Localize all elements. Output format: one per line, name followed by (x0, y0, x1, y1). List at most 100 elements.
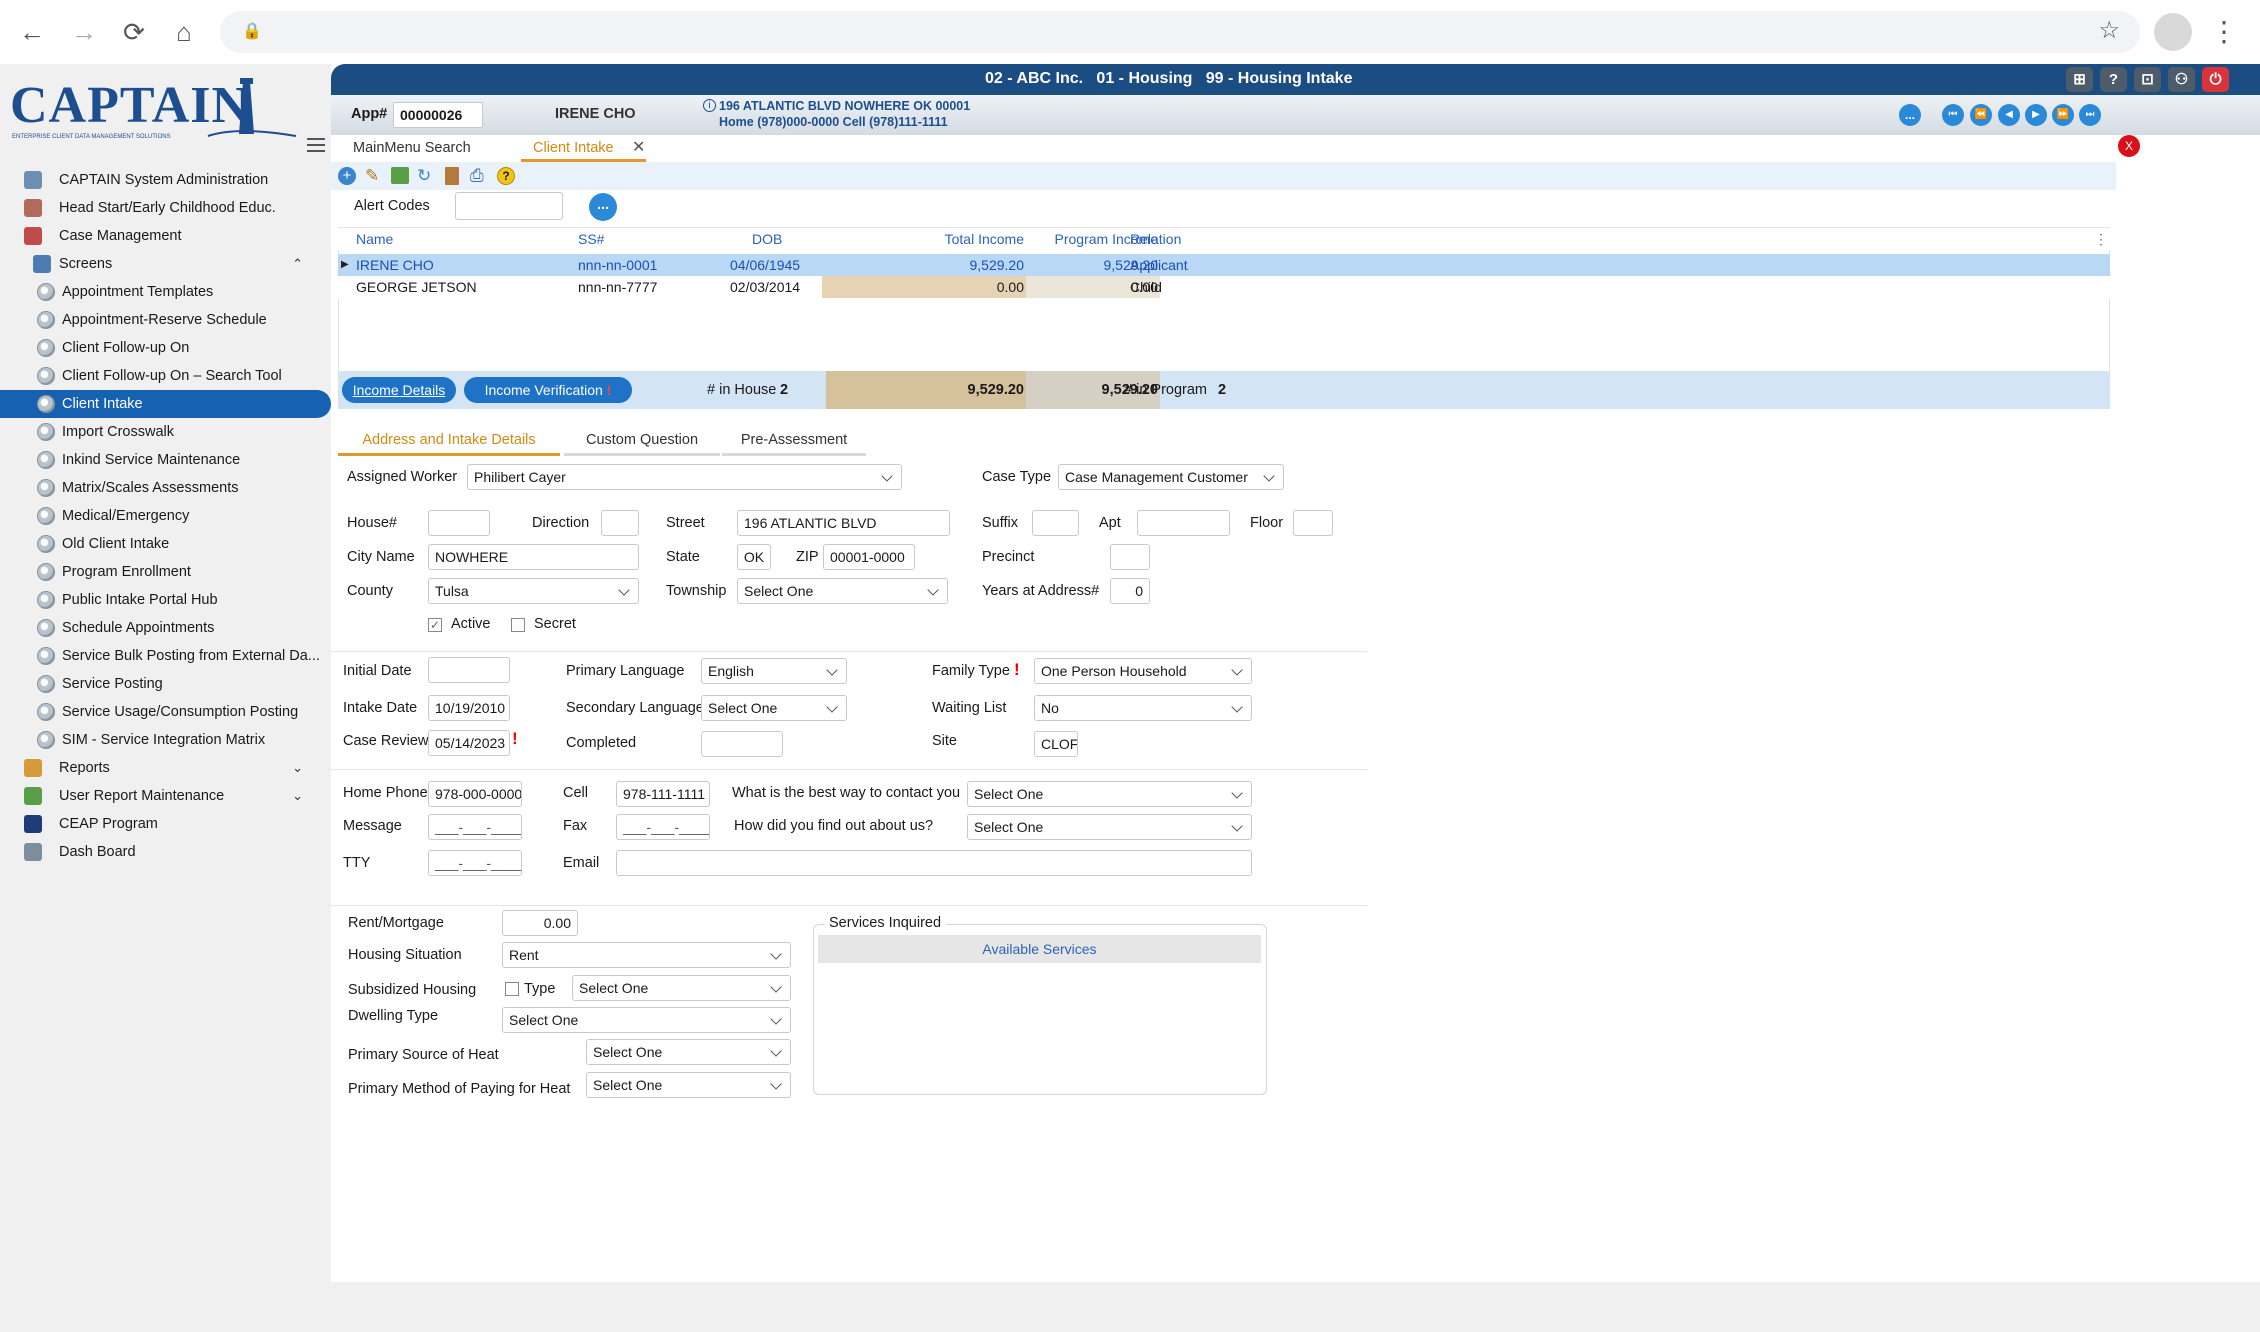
power-icon[interactable]: ⏻ (2202, 67, 2229, 92)
city-input[interactable]: NOWHERE (428, 544, 639, 570)
tty-input[interactable]: ___-___-____ (428, 850, 522, 876)
heat-payment-select[interactable]: Select One (586, 1072, 791, 1098)
county-select[interactable]: Tulsa (428, 578, 639, 604)
available-services-header[interactable]: Available Services (818, 935, 1261, 963)
tab-address-intake[interactable]: Address and Intake Details (338, 426, 560, 456)
edit-icon[interactable]: ✎ (365, 166, 379, 186)
chevron-up-icon[interactable]: ⌃ (292, 250, 303, 278)
dwelling-type-select[interactable]: Select One (502, 1007, 791, 1033)
alert-codes-more-button[interactable]: ... (589, 193, 617, 221)
sidebar-item-case-management[interactable]: Case Management (0, 222, 331, 250)
housing-situation-select[interactable]: Rent (502, 942, 791, 968)
next-record-icon[interactable]: ▶ (2025, 104, 2047, 126)
income-details-button[interactable]: Income Details (342, 377, 456, 403)
col-ssn[interactable]: SS# (578, 228, 604, 250)
precinct-input[interactable] (1110, 544, 1150, 570)
sidebar-item-matrix-scales-assessments[interactable]: Matrix/Scales Assessments (0, 474, 331, 502)
secondary-language-select[interactable]: Select One (701, 695, 847, 721)
sidebar-item-old-client-intake[interactable]: Old Client Intake (0, 530, 331, 558)
sidebar-item-program-enrollment[interactable]: Program Enrollment (0, 558, 331, 586)
completed-input[interactable] (701, 731, 783, 757)
subsidized-type-select[interactable]: Select One (572, 975, 791, 1001)
sidebar-item-ceap-program[interactable]: CEAP Program (0, 810, 331, 838)
sidebar-item-inkind-service-maintenance[interactable]: Inkind Service Maintenance (0, 446, 331, 474)
image-icon[interactable] (391, 167, 409, 184)
chevron-down-icon[interactable]: ⌄ (292, 782, 303, 810)
sidebar-item-captain-system-administration[interactable]: CAPTAIN System Administration (0, 166, 331, 194)
sidebar-item-schedule-appointments[interactable]: Schedule Appointments (0, 614, 331, 642)
help-icon[interactable]: ? (497, 167, 515, 185)
sidebar-item-client-follow-up-on[interactable]: Client Follow-up On (0, 334, 331, 362)
home-icon[interactable]: ⌂ (166, 14, 202, 50)
waiting-list-select[interactable]: No (1034, 695, 1252, 721)
add-icon[interactable]: + (338, 167, 356, 185)
secret-checkbox[interactable] (511, 618, 525, 632)
reload-icon[interactable]: ⟳ (116, 14, 152, 50)
sidebar-item-service-usage-consumption-posting[interactable]: Service Usage/Consumption Posting (0, 698, 331, 726)
subsidized-type-checkbox[interactable] (505, 982, 519, 996)
assigned-worker-select[interactable]: Philibert Cayer (467, 464, 902, 490)
years-at-address-input[interactable]: 0 (1110, 578, 1150, 604)
last-record-icon[interactable]: ⏭ (2079, 104, 2101, 126)
initial-date-input[interactable] (428, 657, 510, 683)
first-record-icon[interactable]: ⏮ (1942, 104, 1964, 126)
print-icon[interactable]: ⎙ (470, 166, 484, 186)
suffix-input[interactable] (1032, 510, 1079, 536)
previous-page-icon[interactable]: ⏪ (1970, 104, 1992, 126)
contact-method-select[interactable]: Select One (967, 781, 1252, 807)
fax-input[interactable]: ___-___-____ (616, 814, 710, 840)
referral-source-select[interactable]: Select One (967, 814, 1252, 840)
chevron-down-icon[interactable]: ⌄ (292, 754, 303, 782)
column-menu-icon[interactable]: ⋮ (2094, 228, 2108, 250)
back-icon[interactable]: ← (14, 14, 50, 50)
col-total-income[interactable]: Total Income (884, 228, 1024, 250)
sidebar-item-service-bulk-posting-from-external-da[interactable]: Service Bulk Posting from External Da... (0, 642, 331, 670)
sidebar-item-head-start-early-childhood-educ[interactable]: Head Start/Early Childhood Educ. (0, 194, 331, 222)
close-tab-icon[interactable]: ✕ (632, 135, 645, 161)
help-icon[interactable]: ? (2100, 67, 2127, 92)
heat-source-select[interactable]: Select One (586, 1039, 791, 1065)
primary-language-select[interactable]: English (701, 658, 847, 684)
sidebar-item-sim-service-integration-matrix[interactable]: SIM - Service Integration Matrix (0, 726, 331, 754)
previous-record-icon[interactable]: ◀ (1998, 104, 2020, 126)
sidebar-item-client-follow-up-on-search-tool[interactable]: Client Follow-up On – Search Tool (0, 362, 331, 390)
active-checkbox[interactable]: ✓ (428, 618, 442, 632)
house-number-input[interactable] (428, 510, 490, 536)
family-type-select[interactable]: One Person Household (1034, 658, 1252, 684)
tab-pre-assessment[interactable]: Pre-Assessment (722, 426, 866, 456)
alert-codes-input[interactable] (455, 192, 563, 220)
tab-mainmenu-search[interactable]: MainMenu Search (353, 135, 471, 162)
case-type-select[interactable]: Case Management Customer (1058, 464, 1284, 490)
table-row[interactable]: GEORGE JETSON nnn-nn-7777 02/03/2014 0.0… (338, 276, 2110, 298)
col-name[interactable]: Name (356, 228, 393, 250)
zip-input[interactable]: 00001-0000 (823, 544, 915, 570)
next-page-icon[interactable]: ⏩ (2052, 104, 2074, 126)
book-icon[interactable] (445, 167, 459, 185)
col-relation[interactable]: Relation (1130, 228, 1181, 250)
tab-client-intake[interactable]: Client Intake (521, 135, 646, 162)
sidebar-item-dash-board[interactable]: Dash Board (0, 838, 331, 866)
address-bar[interactable]: 🔒 ☆ (220, 11, 2140, 53)
cell-input[interactable]: 978-111-1111 (616, 781, 710, 807)
browser-menu-icon[interactable]: ⋮ (2206, 14, 2242, 50)
sidebar-item-reports[interactable]: Reports ⌄ (0, 754, 331, 782)
forward-icon[interactable]: → (66, 14, 102, 50)
sidebar-item-service-posting[interactable]: Service Posting (0, 670, 331, 698)
sidebar-item-user-report-maintenance[interactable]: User Report Maintenance ⌄ (0, 782, 331, 810)
direction-input[interactable] (601, 510, 639, 536)
rent-mortgage-input[interactable]: 0.00 (502, 910, 578, 936)
sidebar-item-client-intake[interactable]: Client Intake (0, 390, 331, 418)
street-input[interactable]: 196 ATLANTIC BLVD (737, 510, 950, 536)
apt-input[interactable] (1137, 510, 1230, 536)
sidebar-item-appointment-reserve-schedule[interactable]: Appointment-Reserve Schedule (0, 306, 331, 334)
home-phone-input[interactable]: 978-000-0000 (428, 781, 522, 807)
profile-avatar[interactable] (2154, 13, 2192, 51)
income-verification-button[interactable]: Income Verification ! (464, 377, 632, 403)
sidebar-item-public-intake-portal-hub[interactable]: Public Intake Portal Hub (0, 586, 331, 614)
table-row[interactable]: ▶ IRENE CHO nnn-nn-0001 04/06/1945 9,529… (338, 254, 2110, 276)
state-input[interactable]: OK (737, 544, 771, 570)
users-icon[interactable]: ⚇ (2168, 67, 2195, 92)
case-review-input[interactable]: 05/14/2023 (428, 730, 510, 756)
township-select[interactable]: Select One (737, 578, 948, 604)
tab-custom-question[interactable]: Custom Question (564, 426, 720, 456)
